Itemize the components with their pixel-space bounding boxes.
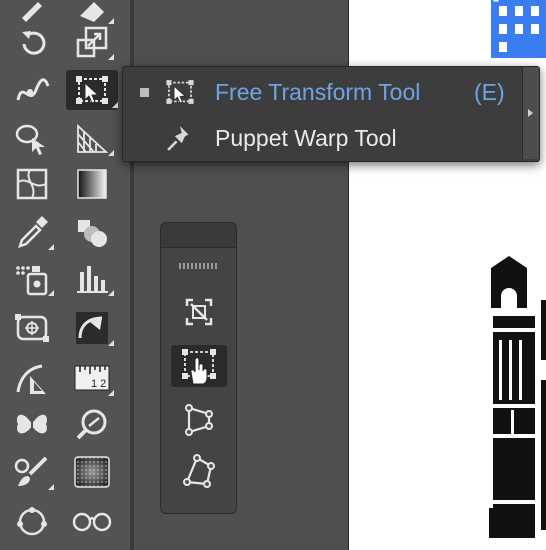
selected-bullet-icon [140, 87, 149, 97]
free-transform-hand-icon [182, 349, 216, 385]
free-transform-floating-panel[interactable] [160, 222, 237, 514]
transform-tools-flyout-menu: Free Transform Tool (E) Puppet Warp Tool [122, 66, 540, 162]
perspective-distort-icon [185, 404, 213, 436]
free-transform-tool[interactable] [66, 70, 118, 110]
slice-icon [76, 312, 108, 344]
gradient-icon [77, 169, 107, 199]
perspective-grid-icon [77, 123, 109, 153]
symbol-tool[interactable] [10, 404, 54, 444]
paintbrush-icon [14, 456, 48, 486]
free-transform-icon [163, 75, 197, 109]
blend-icon [78, 220, 107, 247]
tools-panel: 1 2 [0, 0, 130, 550]
symbol-icon [16, 414, 48, 436]
mesh-icon [16, 168, 48, 200]
drag-grip-icon[interactable] [179, 263, 217, 269]
slice-tool[interactable] [70, 308, 114, 348]
search-tool[interactable] [70, 404, 114, 444]
texture-tool[interactable] [70, 452, 114, 492]
free-transform-hand-tool[interactable] [171, 345, 227, 387]
lasso-tool[interactable] [10, 500, 54, 540]
floating-panel-header[interactable] [161, 223, 236, 248]
scale-tool[interactable] [70, 22, 114, 62]
shape-builder-tool[interactable] [10, 118, 54, 158]
paintbrush-tool[interactable] [10, 452, 54, 492]
blend-tool[interactable] [70, 212, 114, 252]
gradient-tool[interactable] [70, 164, 114, 204]
chevron-right-icon [528, 109, 533, 117]
width-icon [16, 78, 50, 101]
perspective-distort-tool[interactable] [171, 399, 227, 441]
artboard-icon [15, 314, 49, 342]
free-distort-icon [183, 454, 215, 488]
artboard-tool[interactable] [10, 308, 54, 348]
ruler-icon: 1 2 [74, 365, 110, 391]
glasses-tool[interactable] [70, 500, 114, 540]
mesh-tool[interactable] [10, 164, 54, 204]
free-transform-icon [76, 76, 108, 104]
column-graph-tool[interactable] [70, 258, 114, 298]
measure-tool[interactable] [10, 358, 54, 398]
texture-icon [74, 456, 110, 488]
constrain-icon [185, 298, 213, 326]
flyout-tearoff-strip[interactable] [522, 67, 539, 159]
width-tool[interactable] [10, 70, 54, 110]
rotate-tool[interactable] [10, 22, 54, 62]
menu-item-shortcut: (E) [474, 78, 505, 105]
ruler-label: 1 2 [91, 378, 106, 390]
menu-item-free-transform[interactable]: Free Transform Tool (E) [123, 69, 521, 115]
selected-object[interactable] [491, 0, 546, 58]
shape-builder-icon [15, 124, 45, 155]
symbol-sprayer-tool[interactable] [10, 258, 54, 298]
search-icon [76, 409, 107, 440]
menu-item-label: Free Transform Tool [215, 78, 421, 105]
rotate-icon [22, 31, 46, 55]
eyedropper-tool[interactable] [10, 212, 54, 252]
scale-icon [76, 26, 108, 58]
menu-item-puppet-warp[interactable]: Puppet Warp Tool [123, 115, 521, 161]
symbol-sprayer-icon [16, 266, 48, 296]
free-distort-tool[interactable] [171, 451, 227, 493]
lasso-icon [17, 507, 47, 536]
eyedropper-icon [18, 216, 48, 248]
tower-shape[interactable] [489, 256, 546, 538]
column-graph-icon [77, 266, 108, 293]
constrain-tool[interactable] [171, 291, 227, 333]
glasses-icon [72, 512, 112, 532]
measure-icon [16, 364, 46, 394]
menu-item-label: Puppet Warp Tool [215, 124, 397, 151]
ruler-tool[interactable]: 1 2 [70, 358, 114, 398]
pin-icon [163, 121, 197, 155]
perspective-grid-tool[interactable] [70, 118, 114, 158]
